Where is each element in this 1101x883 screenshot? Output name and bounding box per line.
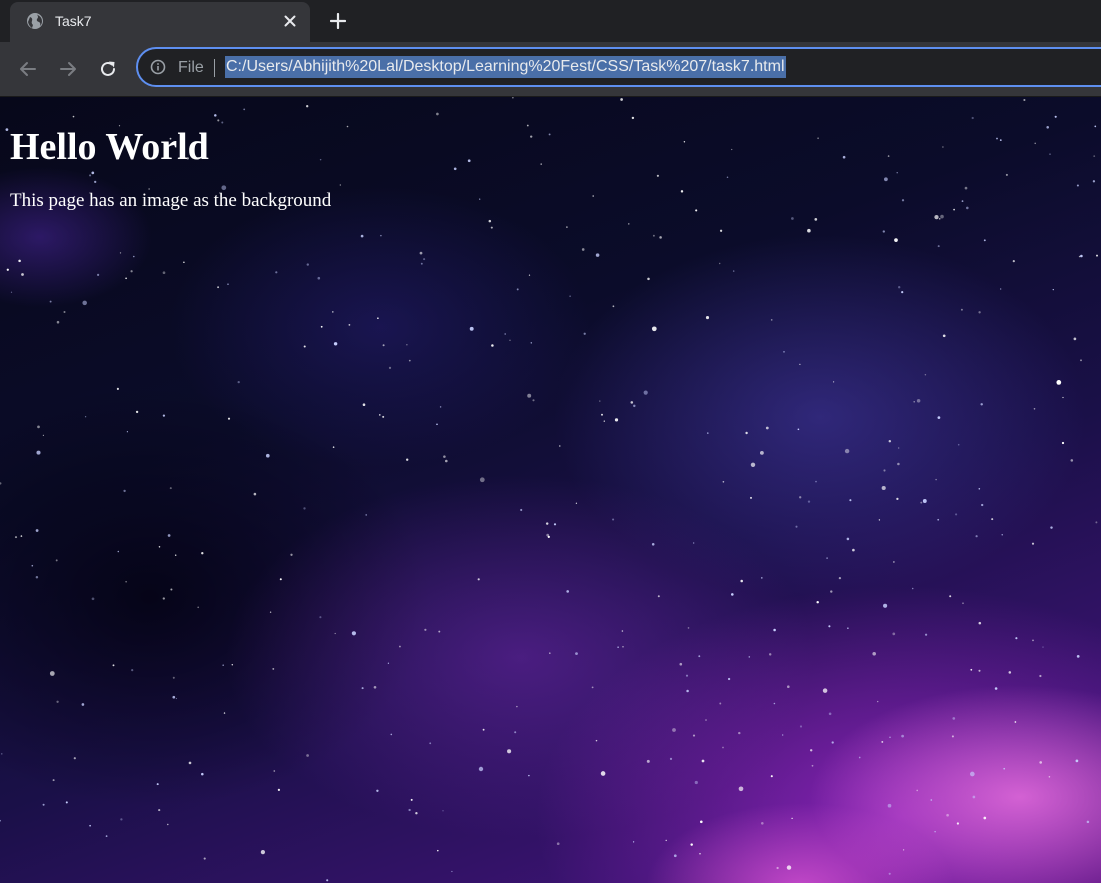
url-text[interactable]: C:/Users/Abhijith%20Lal/Desktop/Learning…	[225, 56, 786, 78]
reload-icon[interactable]	[94, 55, 122, 83]
toolbar: File C:/Users/Abhijith%20Lal/Desktop/Lea…	[0, 42, 1101, 97]
starfield-background	[0, 97, 1098, 882]
plus-icon[interactable]	[325, 8, 351, 34]
arrow-left-icon[interactable]	[14, 55, 42, 83]
page-heading: Hello World	[10, 126, 209, 168]
tab-active[interactable]: Task7	[10, 2, 310, 42]
scheme-label: File	[178, 59, 204, 76]
info-icon[interactable]	[150, 59, 166, 75]
address-bar[interactable]: File C:/Users/Abhijith%20Lal/Desktop/Lea…	[136, 47, 1101, 87]
page-body: Hello World This page has an image as th…	[10, 97, 331, 213]
page-paragraph: This page has an image as the background	[10, 190, 332, 211]
omnibox-divider	[214, 59, 215, 77]
browser-window: Task7 File C:/Users/Abhijith%20Lal/Deskt…	[0, 0, 1101, 883]
tab-title: Task7	[55, 13, 92, 29]
tab-strip: Task7	[0, 0, 1101, 42]
page-viewport: Hello World This page has an image as th…	[0, 97, 1101, 883]
arrow-right-icon[interactable]	[54, 55, 82, 83]
globe-icon	[26, 12, 44, 30]
close-icon[interactable]	[280, 11, 300, 31]
